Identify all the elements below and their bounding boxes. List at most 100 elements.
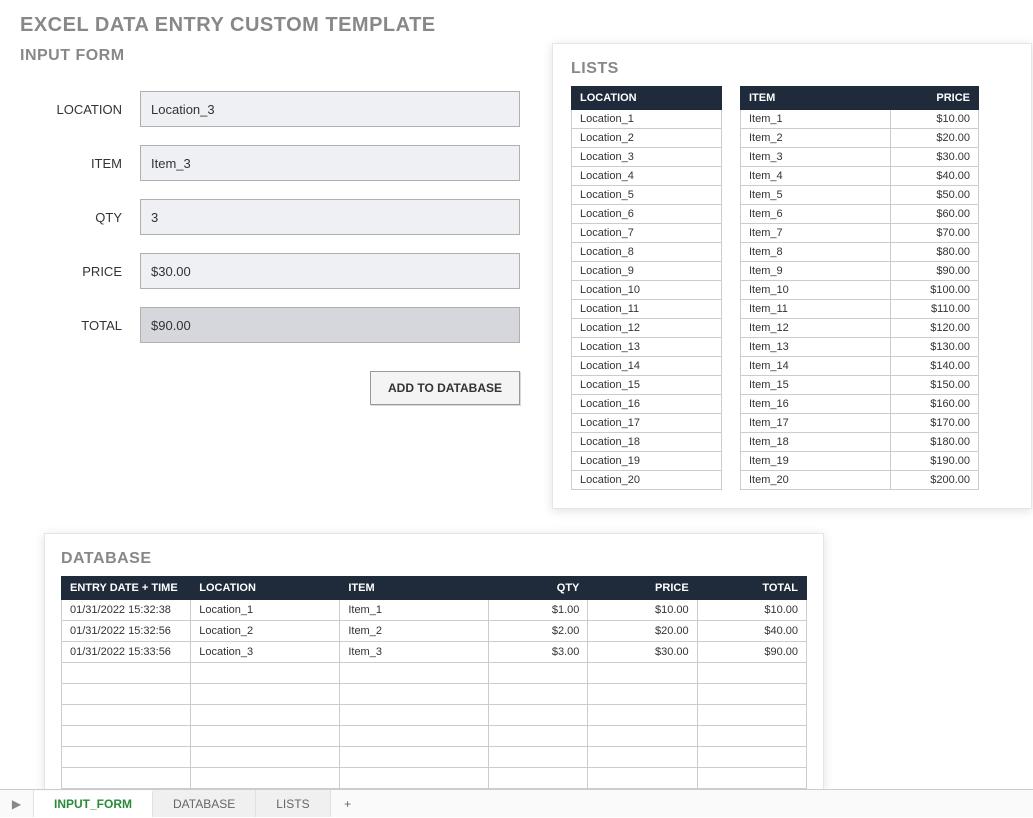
item-name-cell: Item_4 bbox=[741, 167, 891, 186]
item-price-cell: $180.00 bbox=[891, 433, 979, 452]
db-header-qty: QTY bbox=[489, 577, 588, 600]
item-name-cell: Item_8 bbox=[741, 243, 891, 262]
input-total: $90.00 bbox=[140, 307, 520, 343]
item-name-cell: Item_9 bbox=[741, 262, 891, 281]
database-title: DATABASE bbox=[61, 546, 807, 576]
location-cell: Location_1 bbox=[572, 110, 722, 129]
tab-input_form[interactable]: INPUT_FORM bbox=[34, 791, 153, 818]
db-cell-empty bbox=[191, 684, 340, 705]
db-cell-empty bbox=[489, 726, 588, 747]
db-header-item: ITEM bbox=[340, 577, 489, 600]
db-cell-entry: 01/31/2022 15:32:38 bbox=[62, 600, 191, 621]
db-cell-empty bbox=[191, 747, 340, 768]
db-cell-qty: $2.00 bbox=[489, 621, 588, 642]
db-cell-empty bbox=[588, 684, 697, 705]
db-cell-price: $10.00 bbox=[588, 600, 697, 621]
item-price-cell: $100.00 bbox=[891, 281, 979, 300]
database-panel: DATABASE ENTRY DATE + TIME LOCATION ITEM… bbox=[44, 533, 824, 790]
db-cell-empty bbox=[62, 663, 191, 684]
db-cell-empty bbox=[697, 663, 806, 684]
item-name-cell: Item_2 bbox=[741, 129, 891, 148]
location-cell: Location_9 bbox=[572, 262, 722, 281]
input-qty[interactable]: 3 bbox=[140, 199, 520, 235]
db-header-total: TOTAL bbox=[697, 577, 806, 600]
item-price-cell: $160.00 bbox=[891, 395, 979, 414]
tab-database[interactable]: DATABASE bbox=[153, 790, 256, 817]
db-cell-empty bbox=[489, 747, 588, 768]
location-cell: Location_18 bbox=[572, 433, 722, 452]
item-name-cell: Item_1 bbox=[741, 110, 891, 129]
db-cell-empty bbox=[340, 663, 489, 684]
location-cell: Location_2 bbox=[572, 129, 722, 148]
db-cell-empty bbox=[191, 705, 340, 726]
item-price-cell: $130.00 bbox=[891, 338, 979, 357]
input-price[interactable]: $30.00 bbox=[140, 253, 520, 289]
db-header-entry: ENTRY DATE + TIME bbox=[62, 577, 191, 600]
db-cell-empty bbox=[62, 747, 191, 768]
add-to-database-button[interactable]: ADD TO DATABASE bbox=[370, 371, 520, 405]
db-cell-total: $90.00 bbox=[697, 642, 806, 663]
db-cell-empty bbox=[588, 768, 697, 789]
item-price-cell: $60.00 bbox=[891, 205, 979, 224]
lists-title: LISTS bbox=[571, 56, 1013, 86]
tab-nav-prev-icon[interactable]: ▶ bbox=[0, 790, 34, 817]
db-cell-empty bbox=[588, 705, 697, 726]
db-cell-price: $20.00 bbox=[588, 621, 697, 642]
location-cell: Location_16 bbox=[572, 395, 722, 414]
item-price-cell: $20.00 bbox=[891, 129, 979, 148]
table-row-empty bbox=[62, 684, 807, 705]
location-cell: Location_6 bbox=[572, 205, 722, 224]
input-location[interactable]: Location_3 bbox=[140, 91, 520, 127]
item-name-cell: Item_6 bbox=[741, 205, 891, 224]
db-cell-location: Location_2 bbox=[191, 621, 340, 642]
db-cell-empty bbox=[489, 705, 588, 726]
item-price-cell: $110.00 bbox=[891, 300, 979, 319]
location-cell: Location_13 bbox=[572, 338, 722, 357]
tab-add-button[interactable]: + bbox=[331, 790, 365, 817]
db-cell-empty bbox=[340, 705, 489, 726]
item-price-cell: $70.00 bbox=[891, 224, 979, 243]
tab-lists[interactable]: LISTS bbox=[256, 790, 330, 817]
db-cell-empty bbox=[697, 705, 806, 726]
location-cell: Location_5 bbox=[572, 186, 722, 205]
db-cell-empty bbox=[697, 747, 806, 768]
db-cell-empty bbox=[62, 684, 191, 705]
item-price-cell: $90.00 bbox=[891, 262, 979, 281]
item-price-cell: $40.00 bbox=[891, 167, 979, 186]
db-cell-empty bbox=[62, 726, 191, 747]
label-price: PRICE bbox=[20, 264, 140, 279]
table-row-empty bbox=[62, 705, 807, 726]
db-cell-empty bbox=[191, 663, 340, 684]
item-name-cell: Item_19 bbox=[741, 452, 891, 471]
db-cell-total: $10.00 bbox=[697, 600, 806, 621]
location-cell: Location_8 bbox=[572, 243, 722, 262]
db-cell-total: $40.00 bbox=[697, 621, 806, 642]
input-item[interactable]: Item_3 bbox=[140, 145, 520, 181]
db-cell-empty bbox=[340, 768, 489, 789]
item-price-cell: $190.00 bbox=[891, 452, 979, 471]
db-cell-item: Item_1 bbox=[340, 600, 489, 621]
item-name-cell: Item_7 bbox=[741, 224, 891, 243]
items-header-item: ITEM bbox=[741, 87, 891, 110]
item-name-cell: Item_14 bbox=[741, 357, 891, 376]
location-cell: Location_11 bbox=[572, 300, 722, 319]
db-cell-qty: $1.00 bbox=[489, 600, 588, 621]
db-cell-location: Location_1 bbox=[191, 600, 340, 621]
db-cell-empty bbox=[62, 705, 191, 726]
table-row-empty bbox=[62, 768, 807, 789]
item-name-cell: Item_10 bbox=[741, 281, 891, 300]
input-form-title: INPUT FORM bbox=[20, 43, 520, 73]
location-cell: Location_7 bbox=[572, 224, 722, 243]
sheet-tabs: ▶ INPUT_FORMDATABASELISTS + bbox=[0, 789, 1033, 817]
db-cell-empty bbox=[191, 768, 340, 789]
item-price-cell: $10.00 bbox=[891, 110, 979, 129]
db-cell-empty bbox=[588, 747, 697, 768]
locations-header: LOCATION bbox=[572, 87, 722, 110]
item-price-cell: $170.00 bbox=[891, 414, 979, 433]
table-row-empty bbox=[62, 747, 807, 768]
item-name-cell: Item_17 bbox=[741, 414, 891, 433]
item-name-cell: Item_16 bbox=[741, 395, 891, 414]
item-price-cell: $80.00 bbox=[891, 243, 979, 262]
table-row: 01/31/2022 15:32:56Location_2Item_2$2.00… bbox=[62, 621, 807, 642]
item-price-cell: $50.00 bbox=[891, 186, 979, 205]
